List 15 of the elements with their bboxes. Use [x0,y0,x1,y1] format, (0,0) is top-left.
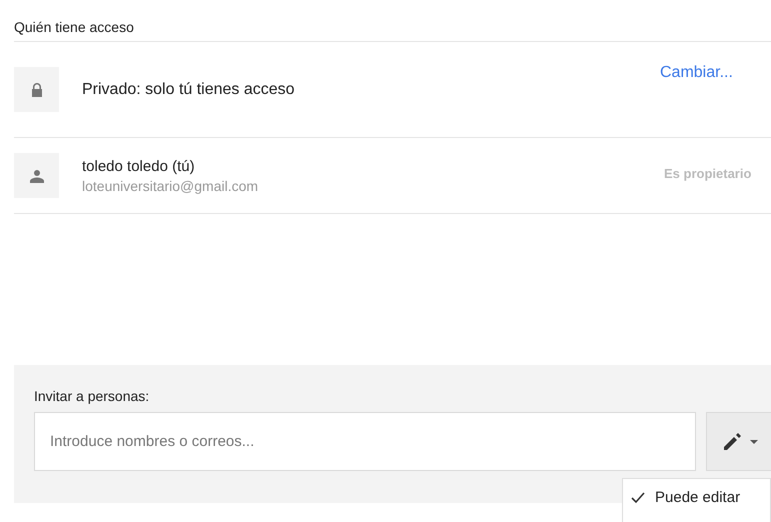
change-link[interactable]: Cambiar... [660,64,733,82]
permission-dropdown-button[interactable] [706,412,771,471]
invite-label: Invitar a personas: [33,387,150,404]
lock-icon [14,67,59,112]
user-name: toledo toledo (tú) [82,158,196,174]
person-icon [14,153,59,198]
caret-icon [750,440,758,444]
user-email: loteuniversitario@gmail.com [82,178,258,194]
menu-item[interactable]: Puede editar [623,479,770,506]
pencil-icon [722,432,742,452]
visibility-text: Privado: solo tú tienes acceso [82,80,295,98]
section-title: Quién tiene acceso [14,0,771,42]
owner-role: Es propietario [664,166,752,181]
checkmark-icon [631,492,645,504]
invite-input-field[interactable]: Introduce nombres o correos... [34,412,696,471]
